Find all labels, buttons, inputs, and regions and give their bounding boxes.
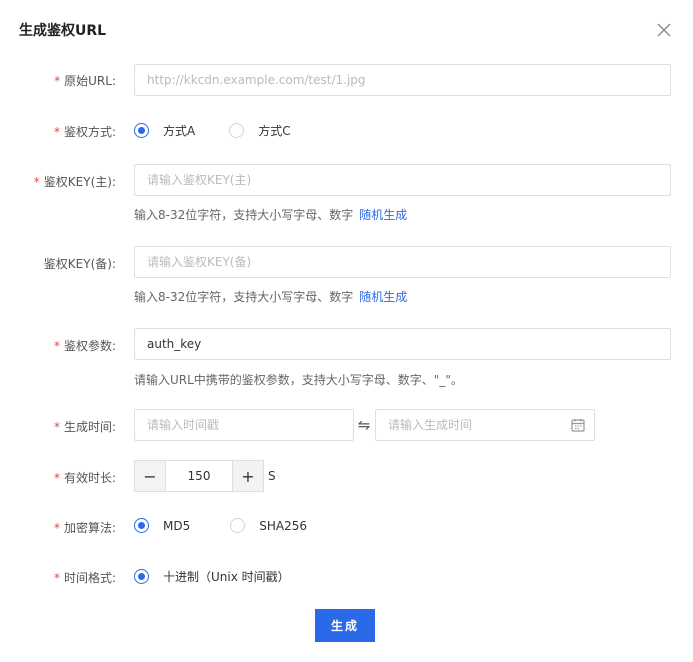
increment-button[interactable]: + xyxy=(232,460,264,492)
auth-key-primary-input[interactable]: 请输入鉴权KEY(主) xyxy=(134,164,671,196)
auth-param-input[interactable]: auth_key xyxy=(134,328,671,360)
calendar-icon[interactable] xyxy=(571,418,585,432)
time-format-radio-group: 十进制（Unix 时间戳） xyxy=(134,568,322,585)
generate-button[interactable]: 生成 xyxy=(315,609,375,642)
random-generate-backup-link[interactable]: 随机生成 xyxy=(359,290,407,304)
swap-icon[interactable]: ⇋ xyxy=(355,417,373,433)
time-format-option-decimal[interactable]: 十进制（Unix 时间戳） xyxy=(134,568,290,585)
encryption-radio-group: MD5 SHA256 xyxy=(134,518,339,533)
duration-unit: S xyxy=(268,469,276,483)
close-icon[interactable] xyxy=(657,23,671,37)
original-url-input[interactable]: http://kkcdn.example.com/test/1.jpg xyxy=(134,64,671,96)
auth-param-hint: 请输入URL中携带的鉴权参数，支持大小写字母、数字、"_"。 xyxy=(134,373,463,387)
generate-time-input[interactable]: 请输入生成时间 xyxy=(375,409,595,441)
auth-key-backup-input[interactable]: 请输入鉴权KEY(备) xyxy=(134,246,671,278)
radio-checked-icon xyxy=(134,123,149,138)
radio-checked-icon xyxy=(134,518,149,533)
decrement-button[interactable]: − xyxy=(134,460,166,492)
duration-stepper: − 150 + xyxy=(134,460,264,492)
auth-param-label: * 鉴权参数: xyxy=(53,339,116,353)
auth-method-radio-group: 方式A 方式C xyxy=(134,122,323,139)
auth-key-primary-label: * 鉴权KEY(主): xyxy=(33,175,116,189)
radio-checked-icon xyxy=(134,569,149,584)
encryption-label: * 加密算法: xyxy=(53,521,116,535)
random-generate-primary-link[interactable]: 随机生成 xyxy=(359,208,407,222)
dialog-title: 生成鉴权URL xyxy=(19,23,107,39)
encryption-option-md5[interactable]: MD5 xyxy=(134,518,190,533)
timestamp-input[interactable]: 请输入时间戳 xyxy=(134,409,354,441)
time-format-label: * 时间格式: xyxy=(53,571,116,585)
radio-unchecked-icon xyxy=(230,518,246,533)
valid-duration-label: * 有效时长: xyxy=(53,471,116,485)
encryption-option-sha256[interactable]: SHA256 xyxy=(230,518,307,533)
radio-unchecked-icon xyxy=(229,123,245,138)
auth-method-option-a[interactable]: 方式A xyxy=(134,122,195,139)
original-url-label: * 原始URL: xyxy=(54,74,116,88)
auth-key-primary-hint: 输入8-32位字符，支持大小写字母、数字 随机生成 xyxy=(134,208,408,222)
generate-time-label: * 生成时间: xyxy=(53,420,116,434)
duration-value-input[interactable]: 150 xyxy=(166,460,232,492)
auth-key-backup-label: 鉴权KEY(备): xyxy=(43,257,116,271)
auth-method-option-c[interactable]: 方式C xyxy=(229,122,291,139)
auth-method-label: * 鉴权方式: xyxy=(53,125,116,139)
auth-key-backup-hint: 输入8-32位字符，支持大小写字母、数字 随机生成 xyxy=(134,290,408,304)
